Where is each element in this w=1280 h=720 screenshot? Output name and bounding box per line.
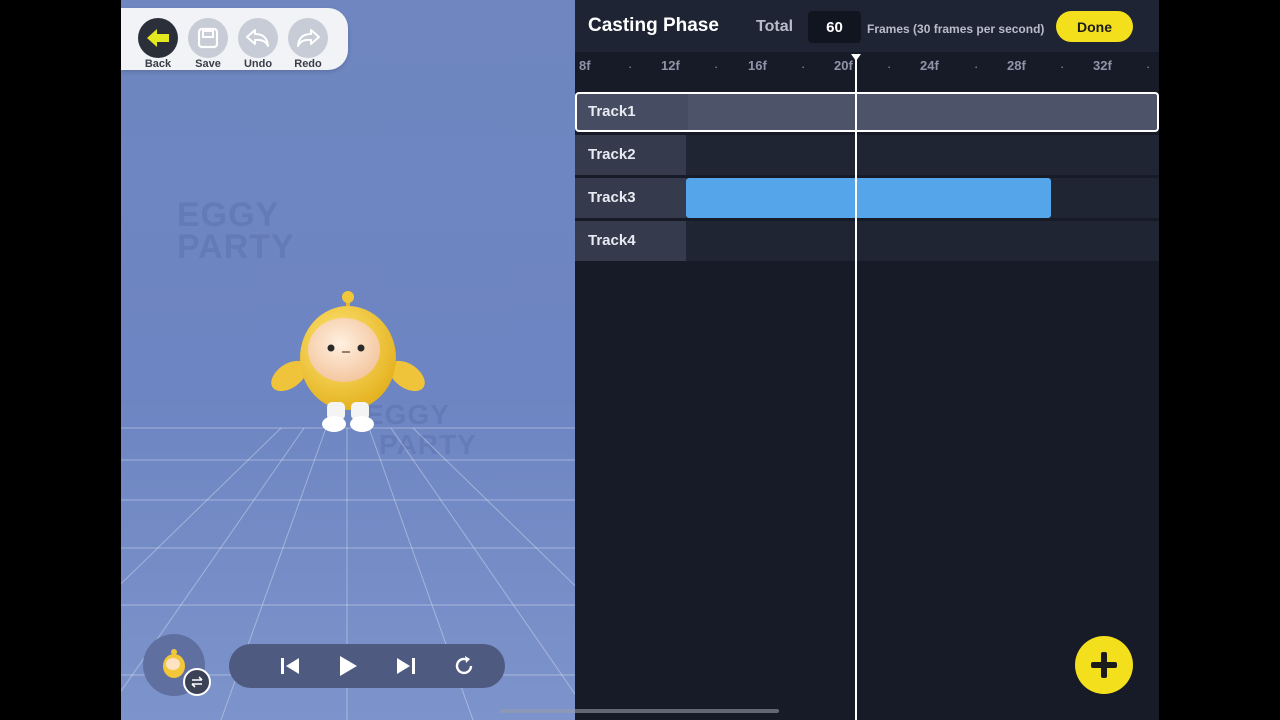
timeline-header: Casting Phase Total 60 Frames (30 frames… [575,0,1159,52]
back-button[interactable]: Back [138,18,178,71]
step-forward-button[interactable] [391,652,421,680]
undo-label: Undo [243,58,273,70]
track-row-2[interactable]: Track2 [575,135,1159,175]
save-label: Save [195,58,221,70]
ruler-tick: 20f [834,58,853,73]
step-back-icon [281,658,299,674]
timeline-panel: Casting Phase Total 60 Frames (30 frames… [575,0,1159,720]
track-label: Track1 [577,94,688,130]
frame-ruler[interactable]: 8f · 12f · 16f · 20f · 24f · 28f · 32f · [575,52,1159,82]
ruler-dot: · [1060,59,1065,74]
loop-icon [455,656,473,675]
redo-label: Redo [294,58,322,70]
ruler-tick: 12f [661,58,680,73]
app-root: EGGY PARTY EGGY PARTY Back Save Undo Red… [121,0,1159,720]
track-label: Track4 [575,221,686,261]
step-forward-icon [397,658,415,674]
ruler-dot: · [801,59,806,74]
frames-unit-label: Frames (30 frames per second) [867,22,1045,36]
done-button[interactable]: Done [1056,11,1133,42]
save-button[interactable]: Save [188,18,228,71]
track-label: Track3 [575,178,686,218]
step-back-button[interactable] [275,652,305,680]
playhead-line[interactable] [855,58,857,720]
eggy-character[interactable] [271,288,425,434]
back-arrow-icon [138,18,178,58]
back-label: Back [144,58,172,70]
play-icon [340,656,357,676]
ruler-dot: · [974,59,979,74]
ruler-dot: · [1146,59,1151,74]
track-row-1[interactable]: Track1 [575,92,1159,132]
character-avatar-icon [163,649,185,678]
loop-button[interactable] [449,652,479,680]
track-row-3[interactable]: Track3 [575,178,1159,218]
ruler-tick: 24f [920,58,939,73]
editor-toolbar: Back Save Undo Redo [121,8,348,70]
plus-icon [1091,652,1117,678]
redo-button[interactable]: Redo [288,18,328,71]
ruler-tick: 32f [1093,58,1112,73]
undo-icon [238,18,278,58]
swap-icon [183,668,211,696]
home-indicator [499,709,779,713]
total-frames-input[interactable]: 60 [808,11,861,43]
playback-controls [229,644,505,688]
ruler-dot: · [887,59,892,74]
ruler-tick: 8f [579,58,591,73]
total-label: Total [756,18,794,35]
ruler-tick: 16f [748,58,767,73]
phase-title: Casting Phase [588,15,719,36]
undo-button[interactable]: Undo [238,18,278,71]
redo-icon [288,18,328,58]
track-row-4[interactable]: Track4 [575,221,1159,261]
track-label: Track2 [575,135,686,175]
character-viewport[interactable]: EGGY PARTY EGGY PARTY Back Save Undo Red… [121,0,575,720]
ruler-dot: · [628,59,633,74]
ruler-dot: · [714,59,719,74]
save-icon [188,18,228,58]
ruler-tick: 28f [1007,58,1026,73]
switch-character-button[interactable] [143,634,211,696]
track-clip[interactable] [686,178,1051,218]
add-track-button[interactable] [1075,636,1133,694]
play-button[interactable] [333,652,363,680]
